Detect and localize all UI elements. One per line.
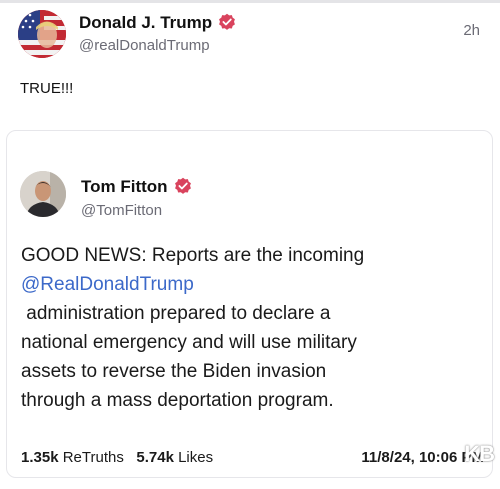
quote-body-line: assets to reverse the Biden invasion (21, 361, 327, 382)
flag-portrait-avatar[interactable] (18, 10, 66, 58)
author-handle[interactable]: @realDonaldTrump (79, 37, 210, 54)
quoted-author-name[interactable]: Tom Fitton (81, 177, 192, 197)
likes-stat[interactable]: 5.74k Likes (136, 449, 213, 466)
quote-body-line: administration prepared to declare a (21, 303, 331, 324)
quote-body-line: through a mass deportation program. (21, 390, 334, 411)
author-name[interactable]: Donald J. Trump (79, 13, 236, 33)
portrait-avatar[interactable] (20, 171, 66, 217)
verified-badge-icon (174, 177, 191, 194)
post-text: TRUE!!! (20, 80, 74, 97)
quoted-author-handle[interactable]: @TomFitton (81, 202, 162, 219)
mention-link[interactable]: @RealDonaldTrump (21, 270, 483, 299)
engagement-stats: 1.35k ReTruths 5.74k Likes (21, 449, 213, 466)
quote-body-intro: GOOD NEWS: Reports are the incoming (21, 245, 365, 266)
post-header: Donald J. Trump @realDonaldTrump 2h (18, 10, 482, 60)
quoted-post-card[interactable]: Tom Fitton @TomFitton GOOD NEWS: Reports… (6, 130, 493, 478)
quoted-post-body: GOOD NEWS: Reports are the incoming @Rea… (21, 241, 483, 415)
quote-body-line: national emergency and will use military (21, 332, 357, 353)
post-timestamp[interactable]: 2h (463, 22, 480, 39)
top-divider (0, 0, 500, 3)
watermark-logo: KB (464, 441, 495, 466)
verified-badge-icon (219, 13, 236, 30)
retruths-stat[interactable]: 1.35k ReTruths (21, 449, 124, 466)
